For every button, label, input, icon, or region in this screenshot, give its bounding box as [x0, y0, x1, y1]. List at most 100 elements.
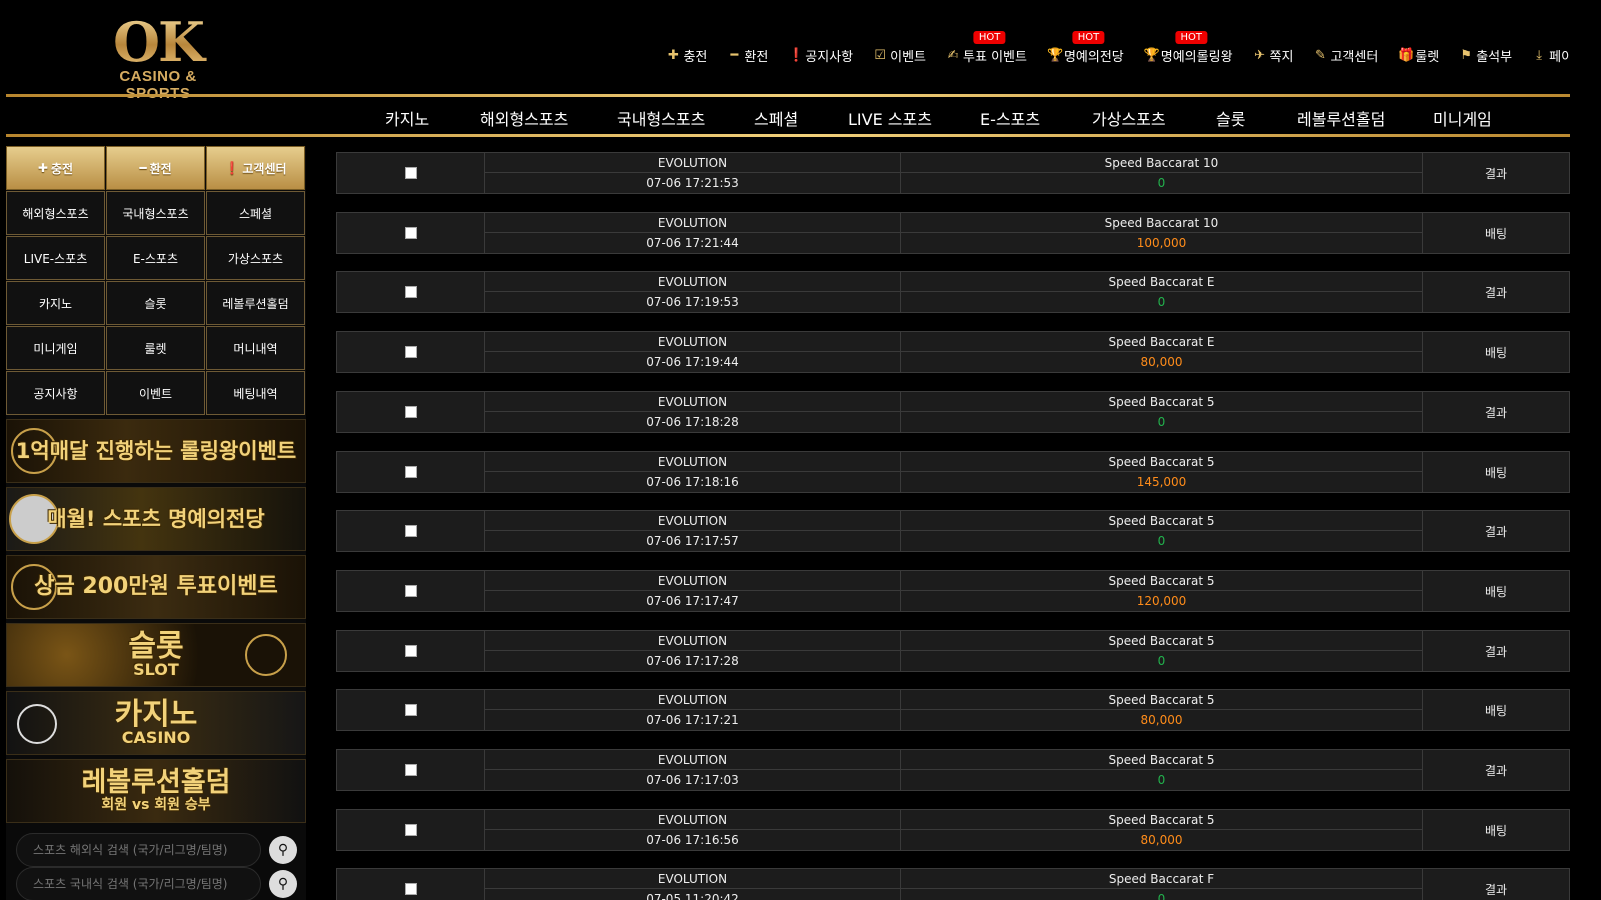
row-checkbox[interactable]	[404, 824, 417, 836]
bet-row: EVOLUTION 07-06 17:16:56 Speed Baccarat 5 8…	[336, 809, 1570, 851]
quick-button-2[interactable]: ❗ 고객센터	[206, 146, 305, 190]
calendar-check-icon: ☑	[874, 48, 886, 63]
promo-banner-2[interactable]: 상금 200만원 투표이벤트	[6, 555, 306, 619]
topnav-item-10[interactable]: ⚑ 출석부	[1449, 46, 1522, 65]
sidebar-menu-item[interactable]: 슬롯	[106, 281, 205, 325]
row-checkbox[interactable]	[404, 883, 417, 895]
bet-status[interactable]: 결과	[1423, 631, 1569, 671]
topnav-item-9[interactable]: 🎁 룰렛	[1388, 46, 1449, 65]
sidebar-menu-item[interactable]: 레볼루션홀덤	[206, 281, 305, 325]
promo-banner-4[interactable]: 카지노 CASINO	[6, 691, 306, 755]
topnav-item-6[interactable]: 🏆 명예의롤링왕 HOT	[1134, 31, 1243, 65]
bet-amount: 0	[1157, 534, 1166, 548]
sidebar-menu-item[interactable]: 카지노	[6, 281, 105, 325]
topnav-item-3[interactable]: ☑ 이벤트	[863, 46, 936, 65]
mainnav-item-8[interactable]: 레볼루션홀덤	[1297, 106, 1385, 130]
sidebar-menu-item[interactable]: 이벤트	[106, 371, 205, 415]
promo-banner-1[interactable]: 매월! 스포츠 명예의전당	[6, 487, 306, 551]
topnav-item-8[interactable]: ✎ 고객센터	[1303, 46, 1388, 65]
sidebar-menu-item[interactable]: 미니게임	[6, 326, 105, 370]
select-cell	[337, 869, 485, 900]
sidebar-menu-item[interactable]: 국내형스포츠	[106, 191, 205, 235]
bet-status[interactable]: 배팅	[1423, 213, 1569, 253]
bet-status[interactable]: 배팅	[1423, 452, 1569, 492]
sidebar-menu-item[interactable]: 룰렛	[106, 326, 205, 370]
logo-mark: OK	[88, 14, 228, 70]
mainnav-item-4[interactable]: LIVE 스포츠	[848, 106, 932, 130]
bet-status[interactable]: 배팅	[1423, 690, 1569, 730]
mainnav-item-3[interactable]: 스페셜	[754, 106, 798, 130]
sidebar-menu-item[interactable]: 가상스포츠	[206, 236, 305, 280]
download-icon: ⤓	[1536, 48, 1542, 63]
sidebar-menu-item[interactable]: 해외형스포츠	[6, 191, 105, 235]
select-cell	[337, 690, 485, 730]
bet-status[interactable]: 배팅	[1423, 571, 1569, 611]
bet-status[interactable]: 결과	[1423, 750, 1569, 790]
bet-status[interactable]: 결과	[1423, 153, 1569, 193]
topnav-item-2[interactable]: ❗ 공지사항	[778, 46, 863, 65]
sidebar-menu-item[interactable]: 공지사항	[6, 371, 105, 415]
search-icon[interactable]: ⚲	[269, 836, 297, 864]
row-checkbox[interactable]	[404, 645, 417, 657]
row-checkbox[interactable]	[404, 764, 417, 776]
bet-amount: 0	[1157, 773, 1166, 787]
domestic-sports-search-input[interactable]	[16, 867, 261, 900]
search-icon[interactable]: ⚲	[269, 870, 297, 898]
bet-row: EVOLUTION 07-06 17:21:44 Speed Baccarat 10…	[336, 212, 1570, 254]
quick-button-0[interactable]: ✚ 충전	[6, 146, 105, 190]
row-checkbox[interactable]	[404, 585, 417, 597]
sidebar-menu-item[interactable]: 베팅내역	[206, 371, 305, 415]
row-checkbox[interactable]	[404, 227, 417, 239]
page-scrollbar[interactable]	[1570, 0, 1601, 900]
mainnav-item-7[interactable]: 슬롯	[1216, 106, 1245, 130]
bet-status[interactable]: 배팅	[1423, 810, 1569, 850]
row-checkbox[interactable]	[404, 466, 417, 478]
select-cell	[337, 452, 485, 492]
mainnav-item-6[interactable]: 가상스포츠	[1092, 106, 1166, 130]
hot-badge: HOT	[1072, 31, 1105, 44]
row-checkbox[interactable]	[404, 525, 417, 537]
game-name: Speed Baccarat 5	[901, 631, 1422, 651]
topnav-item-1[interactable]: ━ 환전	[717, 46, 778, 65]
row-checkbox[interactable]	[404, 406, 417, 418]
bet-time: 07-06 17:16:56	[646, 833, 739, 847]
bet-status[interactable]: 결과	[1423, 869, 1569, 900]
mainnav-item-5[interactable]: E-스포츠	[980, 106, 1040, 130]
topnav-label: 쪽지	[1269, 50, 1294, 65]
bet-amount: 0	[1157, 295, 1166, 309]
select-cell	[337, 511, 485, 551]
banner-subline: CASINO	[121, 728, 191, 748]
promo-banner-3[interactable]: 슬롯 SLOT	[6, 623, 306, 687]
bet-status[interactable]: 결과	[1423, 511, 1569, 551]
mainnav-item-0[interactable]: 카지노	[385, 106, 429, 130]
mainnav-item-9[interactable]: 미니게임	[1433, 106, 1492, 130]
site-logo[interactable]: OK CASINO & SPORTS	[88, 14, 228, 102]
game-cell: Speed Baccarat 10 100,000	[901, 213, 1423, 253]
promo-banner-5[interactable]: 레볼루션홀덤 회원 vs 회원 승부	[6, 759, 306, 823]
vote-icon: ✍	[947, 48, 959, 63]
bet-status[interactable]: 결과	[1423, 392, 1569, 432]
bet-status[interactable]: 배팅	[1423, 332, 1569, 372]
topnav-item-7[interactable]: ✈ 쪽지	[1243, 46, 1304, 65]
sidebar-menu-item[interactable]: 스페셜	[206, 191, 305, 235]
row-checkbox[interactable]	[404, 286, 417, 298]
mainnav-item-1[interactable]: 해외형스포츠	[480, 106, 568, 130]
mainnav-item-2[interactable]: 국내형스포츠	[617, 106, 705, 130]
sidebar-menu-item[interactable]: 머니내역	[206, 326, 305, 370]
bet-amount: 0	[1157, 892, 1166, 900]
search-row: ⚲	[16, 833, 297, 867]
row-checkbox[interactable]	[404, 346, 417, 358]
promo-banner-0[interactable]: 1억매달 진행하는 롤링왕이벤트	[6, 419, 306, 483]
sidebar-menu-item[interactable]: E-스포츠	[106, 236, 205, 280]
row-checkbox[interactable]	[404, 704, 417, 716]
topnav-item-0[interactable]: ✚ 충전	[656, 46, 717, 65]
bet-status[interactable]: 결과	[1423, 272, 1569, 312]
topnav-item-4[interactable]: ✍ 투표 이벤트 HOT	[936, 31, 1037, 65]
topnav-item-5[interactable]: 🏆 명예의전당 HOT	[1037, 31, 1134, 65]
game-cell: Speed Baccarat 5 0	[901, 392, 1423, 432]
quick-button-1[interactable]: ━ 환전	[106, 146, 205, 190]
overseas-sports-search-input[interactable]	[16, 833, 261, 867]
bet-row: EVOLUTION 07-06 17:17:03 Speed Baccarat 5 0…	[336, 749, 1570, 791]
sidebar-menu-item[interactable]: LIVE-스포츠	[6, 236, 105, 280]
row-checkbox[interactable]	[404, 167, 417, 179]
